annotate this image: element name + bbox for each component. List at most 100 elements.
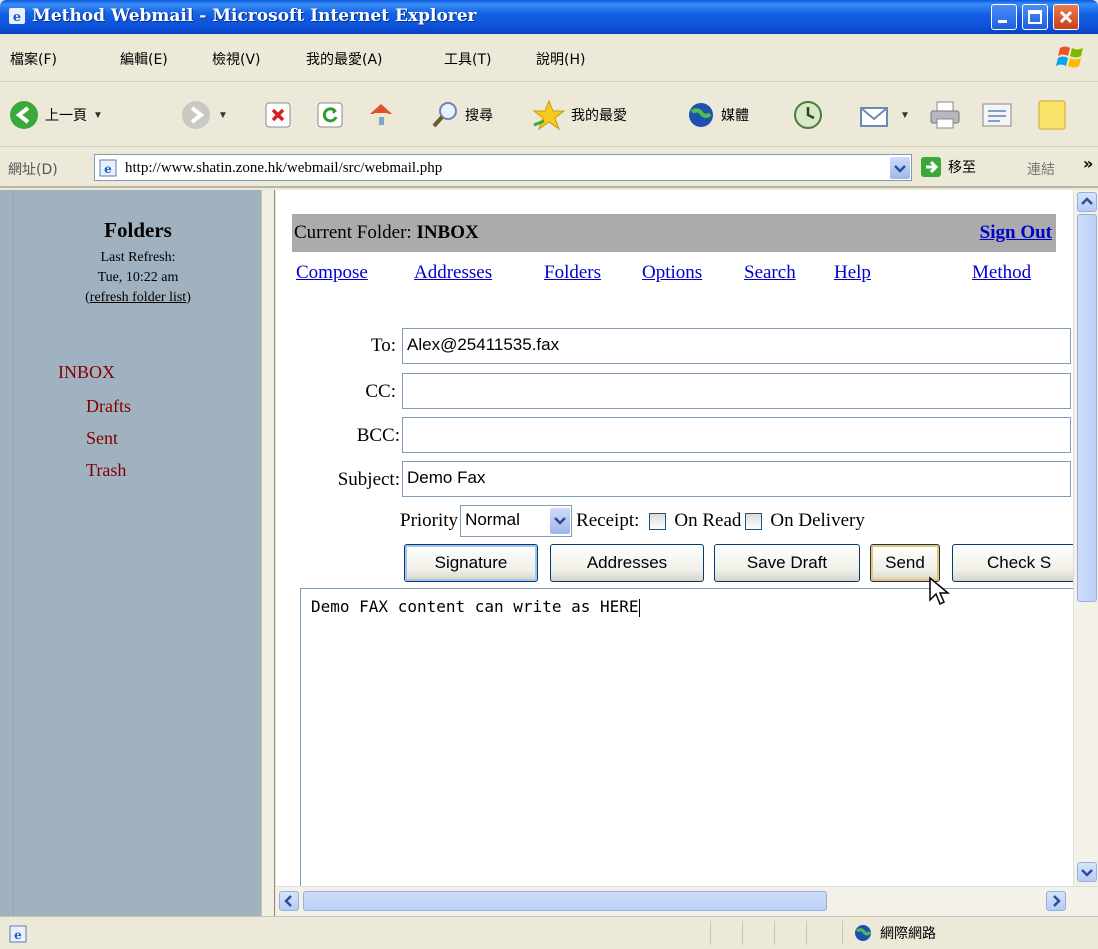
links-label[interactable]: 連結 bbox=[1027, 159, 1055, 179]
nav-addresses[interactable]: Addresses bbox=[414, 262, 492, 284]
signature-button[interactable]: Signature bbox=[404, 544, 538, 582]
folder-trash[interactable]: Trash bbox=[86, 460, 126, 481]
menu-view[interactable]: 檢視(V) bbox=[212, 49, 261, 69]
home-button[interactable] bbox=[366, 95, 396, 135]
scroll-up-button[interactable] bbox=[1077, 192, 1097, 212]
window-title: Method Webmail - Microsoft Internet Expl… bbox=[32, 6, 477, 26]
status-bar: e 網際網路 bbox=[0, 916, 1098, 949]
receipt-label: Receipt: bbox=[576, 510, 640, 531]
to-label: To: bbox=[370, 335, 396, 356]
save-draft-button[interactable]: Save Draft bbox=[714, 544, 860, 582]
chevron-down-icon bbox=[554, 517, 566, 525]
vertical-scroll-thumb[interactable] bbox=[1077, 214, 1097, 602]
menu-help[interactable]: 說明(H) bbox=[536, 49, 585, 69]
message-body[interactable]: Demo FAX content can write as HERE bbox=[300, 588, 1073, 886]
status-divider bbox=[774, 921, 775, 945]
refresh-button[interactable] bbox=[316, 95, 344, 135]
status-divider bbox=[710, 921, 711, 945]
current-folder-bar: Current Folder: INBOX Sign Out bbox=[292, 214, 1056, 252]
toolbar: 上一頁 ▼ ▼ 搜尋 我的最愛 媒體 ▼ bbox=[0, 83, 1098, 147]
address-input[interactable]: e http://www.shatin.zone.hk/webmail/src/… bbox=[94, 154, 912, 181]
menu-edit[interactable]: 編輯(E) bbox=[120, 49, 168, 69]
options-row: Priority Normal Receipt: On Read On Deli… bbox=[400, 504, 865, 538]
maximize-button[interactable] bbox=[1022, 4, 1048, 30]
stop-icon bbox=[265, 102, 291, 128]
refresh-folder-list-link[interactable]: refresh folder list bbox=[90, 290, 186, 305]
check-spelling-button[interactable]: Check S bbox=[952, 544, 1073, 582]
nav-folders[interactable]: Folders bbox=[544, 262, 601, 284]
address-label: 網址(D) bbox=[8, 162, 58, 178]
menu-bar: 檔案(F) 編輯(E) 檢視(V) 我的最愛(A) 工具(T) 說明(H) bbox=[0, 34, 1098, 82]
folder-inbox[interactable]: INBOX bbox=[58, 362, 115, 383]
horizontal-scroll-thumb[interactable] bbox=[303, 891, 827, 911]
last-refresh-time: Tue, 10:22 am bbox=[97, 270, 179, 285]
svg-text:e: e bbox=[13, 10, 21, 25]
priority-dropdown-button[interactable] bbox=[550, 508, 571, 534]
current-folder-label: Current Folder: bbox=[294, 222, 417, 243]
chevron-up-icon bbox=[1081, 197, 1093, 205]
search-label: 搜尋 bbox=[465, 108, 493, 124]
nav-compose[interactable]: Compose bbox=[296, 262, 368, 284]
frame-splitter[interactable] bbox=[261, 190, 275, 916]
note-icon bbox=[1038, 100, 1066, 130]
nav-search[interactable]: Search bbox=[744, 262, 796, 284]
search-icon bbox=[432, 102, 457, 128]
back-button[interactable]: 上一頁 ▼ bbox=[8, 95, 103, 135]
horizontal-scrollbar[interactable] bbox=[276, 886, 1098, 916]
search-button[interactable]: 搜尋 bbox=[430, 95, 493, 135]
forward-button[interactable]: ▼ bbox=[180, 95, 228, 135]
to-field[interactable]: Alex@25411535.fax bbox=[402, 328, 1071, 364]
scroll-right-button[interactable] bbox=[1046, 891, 1066, 911]
back-dropdown-icon[interactable]: ▼ bbox=[93, 110, 103, 121]
cc-field[interactable] bbox=[402, 373, 1071, 409]
minimize-button[interactable] bbox=[991, 4, 1017, 30]
mail-button[interactable]: ▼ bbox=[858, 95, 910, 135]
favorites-button[interactable]: 我的最愛 bbox=[532, 95, 627, 135]
left-frame-edge bbox=[0, 190, 14, 916]
print-button[interactable] bbox=[928, 95, 964, 135]
title-bar[interactable]: e Method Webmail - Microsoft Internet Ex… bbox=[0, 0, 1098, 34]
menu-favorites[interactable]: 我的最愛(A) bbox=[306, 49, 383, 69]
address-dropdown-button[interactable] bbox=[890, 157, 910, 179]
refresh-icon bbox=[317, 102, 343, 128]
close-icon bbox=[1059, 10, 1073, 24]
edit-button[interactable] bbox=[980, 95, 1016, 135]
mail-dropdown-icon[interactable]: ▼ bbox=[900, 110, 910, 121]
folders-heading: Folders bbox=[104, 218, 172, 242]
bcc-field[interactable] bbox=[402, 417, 1071, 453]
nav-options[interactable]: Options bbox=[642, 262, 702, 284]
mail-icon bbox=[860, 107, 888, 127]
on-delivery-checkbox[interactable] bbox=[745, 512, 763, 530]
history-button[interactable] bbox=[792, 95, 824, 135]
more-chevron-icon[interactable]: » bbox=[1083, 154, 1093, 173]
home-icon bbox=[370, 104, 392, 125]
method-link[interactable]: Method bbox=[972, 262, 1031, 284]
menu-file[interactable]: 檔案(F) bbox=[10, 49, 57, 69]
subject-field[interactable]: Demo Fax bbox=[402, 461, 1071, 497]
left-frame: Folders Last Refresh: Tue, 10:22 am (ref… bbox=[0, 190, 261, 916]
go-button[interactable]: 移至 bbox=[920, 156, 976, 178]
folder-sent[interactable]: Sent bbox=[86, 428, 118, 449]
forward-dropdown-icon[interactable]: ▼ bbox=[218, 110, 228, 121]
sign-out-link[interactable]: Sign Out bbox=[980, 222, 1052, 244]
scroll-left-button[interactable] bbox=[279, 891, 299, 911]
addresses-button[interactable]: Addresses bbox=[550, 544, 704, 582]
back-label: 上一頁 bbox=[45, 108, 87, 124]
folder-drafts[interactable]: Drafts bbox=[86, 396, 131, 417]
stop-button[interactable] bbox=[264, 95, 292, 135]
priority-label: Priority bbox=[400, 510, 459, 531]
close-button[interactable] bbox=[1053, 4, 1079, 30]
status-divider bbox=[842, 921, 843, 945]
vertical-scrollbar[interactable] bbox=[1073, 190, 1098, 886]
scroll-down-button[interactable] bbox=[1077, 862, 1097, 882]
menu-tools[interactable]: 工具(T) bbox=[444, 49, 491, 69]
priority-select[interactable]: Normal bbox=[460, 505, 573, 537]
minimize-icon bbox=[998, 20, 1007, 23]
nav-help[interactable]: Help bbox=[834, 262, 871, 284]
on-read-checkbox[interactable] bbox=[649, 512, 667, 530]
media-button[interactable]: 媒體 bbox=[686, 95, 749, 135]
security-zone: 網際網路 bbox=[854, 923, 936, 943]
messenger-button[interactable] bbox=[1036, 95, 1070, 135]
zone-label: 網際網路 bbox=[880, 926, 936, 942]
favorites-label: 我的最愛 bbox=[571, 108, 627, 124]
